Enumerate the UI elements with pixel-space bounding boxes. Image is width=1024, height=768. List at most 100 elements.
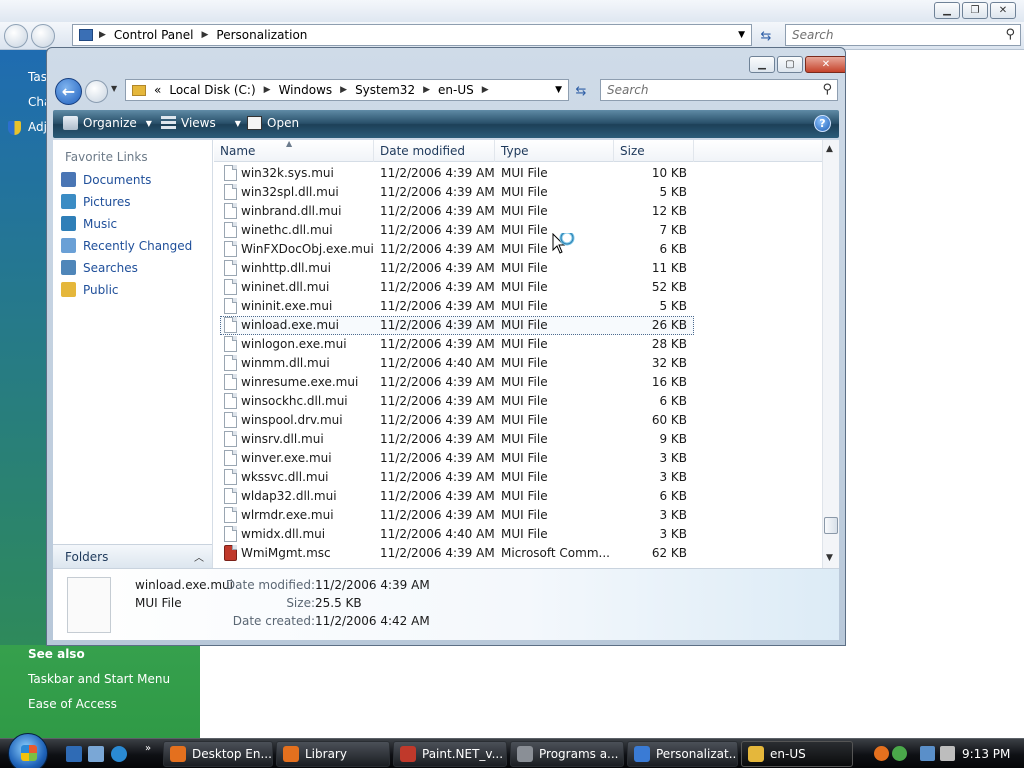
- control-panel-icon: [79, 29, 93, 41]
- folders-toggle[interactable]: Folders ︿: [53, 544, 212, 568]
- taskbar-button[interactable]: en-US: [741, 741, 853, 767]
- start-button[interactable]: [8, 733, 48, 768]
- taskbar-button[interactable]: Library: [276, 741, 390, 767]
- explorer-search-input[interactable]: Search ⚲: [600, 79, 838, 101]
- file-row[interactable]: winsockhc.dll.mui 11/2/2006 4:39 AM MUI Fi…: [214, 392, 822, 411]
- show-desktop-icon[interactable]: [66, 746, 82, 762]
- favorite-link-searches[interactable]: Searches: [61, 260, 138, 275]
- clock[interactable]: 9:13 PM: [962, 747, 1010, 761]
- file-name: wininit.exe.mui: [241, 299, 333, 313]
- taskbar-button[interactable]: Programs a...: [510, 741, 624, 767]
- file-row[interactable]: wkssvc.dll.mui 11/2/2006 4:39 AM MUI File 3…: [214, 468, 822, 487]
- file-row[interactable]: winspool.drv.mui 11/2/2006 4:39 AM MUI Fil…: [214, 411, 822, 430]
- column-header-name[interactable]: Name ▲: [214, 140, 374, 162]
- file-row[interactable]: win32k.sys.mui 11/2/2006 4:39 AM MUI File 1…: [214, 164, 822, 183]
- file-row[interactable]: winlogon.exe.mui 11/2/2006 4:39 AM MUI Fil…: [214, 335, 822, 354]
- favorite-link-music[interactable]: Music: [61, 216, 117, 231]
- forward-button[interactable]: [85, 80, 108, 103]
- file-row[interactable]: WinFXDocObj.exe.mui 11/2/2006 4:39 AM MUI …: [214, 240, 822, 259]
- file-size: 16 KB: [651, 375, 687, 389]
- close-button[interactable]: ✕: [805, 56, 845, 73]
- back-button[interactable]: [4, 24, 28, 48]
- internet-explorer-icon[interactable]: [111, 746, 127, 762]
- minimize-button[interactable]: ▁: [934, 2, 960, 19]
- search-icon[interactable]: ⚲: [822, 82, 832, 97]
- breadcrumb-control-panel[interactable]: Control Panel: [114, 28, 194, 42]
- file-row[interactable]: winbrand.dll.mui 11/2/2006 4:39 AM MUI Fil…: [214, 202, 822, 221]
- restore-button[interactable]: ❐: [962, 2, 988, 19]
- file-row[interactable]: winload.exe.mui 11/2/2006 4:39 AM MUI File…: [214, 316, 822, 335]
- file-type: MUI File: [501, 299, 548, 313]
- refresh-icon[interactable]: ⇆: [756, 25, 776, 47]
- help-icon[interactable]: ?: [814, 115, 831, 132]
- scroll-up-icon[interactable]: ▲: [826, 144, 833, 154]
- maximize-button[interactable]: ▢: [777, 56, 803, 73]
- quick-launch-overflow-icon[interactable]: »: [145, 743, 151, 754]
- file-row[interactable]: wldap32.dll.mui 11/2/2006 4:39 AM MUI File…: [214, 487, 822, 506]
- close-button[interactable]: ✕: [990, 2, 1016, 19]
- scrollbar-thumb[interactable]: [824, 517, 838, 534]
- back-button[interactable]: ←: [55, 78, 82, 105]
- column-header-date-modified[interactable]: Date modified: [374, 140, 495, 162]
- vertical-scrollbar[interactable]: ▲ ▼: [822, 140, 839, 568]
- scroll-down-icon[interactable]: ▼: [826, 553, 833, 563]
- address-dropdown-icon[interactable]: ▼: [555, 85, 562, 95]
- refresh-icon[interactable]: ⇆: [571, 80, 591, 102]
- breadcrumb-system32[interactable]: System32: [355, 83, 415, 97]
- minimize-button[interactable]: ▁: [749, 56, 775, 73]
- breadcrumb-separator-icon[interactable]: ▶: [482, 85, 489, 95]
- favorite-link-pictures[interactable]: Pictures: [61, 194, 131, 209]
- column-header-type[interactable]: Type: [495, 140, 614, 162]
- task-link-partial[interactable]: Tas: [28, 70, 47, 84]
- file-row[interactable]: winsrv.dll.mui 11/2/2006 4:39 AM MUI File 9…: [214, 430, 822, 449]
- file-row[interactable]: win32spl.dll.mui 11/2/2006 4:39 AM MUI Fil…: [214, 183, 822, 202]
- details-size: 25.5 KB: [315, 596, 362, 610]
- search-icon[interactable]: ⚲: [1005, 27, 1015, 42]
- file-row[interactable]: wmidx.dll.mui 11/2/2006 4:40 AM MUI File 3 …: [214, 525, 822, 544]
- file-row[interactable]: winhttp.dll.mui 11/2/2006 4:39 AM MUI File…: [214, 259, 822, 278]
- update-tray-icon[interactable]: [892, 746, 907, 761]
- views-button[interactable]: Views ▼: [161, 116, 241, 130]
- taskbar-button[interactable]: Desktop En...: [163, 741, 273, 767]
- column-header-size[interactable]: Size: [614, 140, 694, 162]
- switch-windows-icon[interactable]: [88, 746, 104, 762]
- taskbar-button[interactable]: Personalizat...: [627, 741, 738, 767]
- file-row[interactable]: winresume.exe.mui 11/2/2006 4:39 AM MUI Fi…: [214, 373, 822, 392]
- explorer-titlebar[interactable]: ▁ ▢ ✕: [47, 48, 845, 76]
- breadcrumb-separator-icon[interactable]: ▶: [264, 85, 271, 95]
- breadcrumb-separator-icon[interactable]: ▶: [340, 85, 347, 95]
- favorite-link-documents[interactable]: Documents: [61, 172, 151, 187]
- breadcrumb-overflow[interactable]: «: [154, 83, 161, 97]
- file-row[interactable]: wininet.dll.mui 11/2/2006 4:39 AM MUI File…: [214, 278, 822, 297]
- file-row[interactable]: WmiMgmt.msc 11/2/2006 4:39 AM Microsoft Co…: [214, 544, 822, 563]
- views-label: Views: [181, 116, 216, 130]
- file-type: MUI File: [501, 185, 548, 199]
- favorite-link-public[interactable]: Public: [61, 282, 119, 297]
- file-row[interactable]: winver.exe.mui 11/2/2006 4:39 AM MUI File 3…: [214, 449, 822, 468]
- breadcrumb-en-us[interactable]: en-US: [438, 83, 474, 97]
- firefox-tray-icon[interactable]: [874, 746, 889, 761]
- network-icon[interactable]: [920, 746, 935, 761]
- file-row[interactable]: winmm.dll.mui 11/2/2006 4:40 AM MUI File 32…: [214, 354, 822, 373]
- favorite-link-recently-changed[interactable]: Recently Changed: [61, 238, 192, 253]
- file-row[interactable]: wlrmdr.exe.mui 11/2/2006 4:39 AM MUI File 3…: [214, 506, 822, 525]
- taskbar-start-menu-link[interactable]: Taskbar and Start Menu: [28, 672, 170, 686]
- volume-muted-icon[interactable]: [940, 746, 955, 761]
- breadcrumb-separator-icon[interactable]: ▶: [423, 85, 430, 95]
- address-dropdown-icon[interactable]: ▼: [738, 30, 745, 40]
- task-link-partial[interactable]: Adj: [28, 120, 47, 134]
- file-row[interactable]: winethc.dll.mui 11/2/2006 4:39 AM MUI File…: [214, 221, 822, 240]
- ease-of-access-link[interactable]: Ease of Access: [28, 697, 117, 711]
- forward-button[interactable]: [31, 24, 55, 48]
- breadcrumb-local-disk[interactable]: Local Disk (C:): [169, 83, 255, 97]
- control-panel-search-input[interactable]: Search ⚲: [785, 24, 1021, 46]
- breadcrumb-personalization[interactable]: Personalization: [216, 28, 307, 42]
- taskbar-button[interactable]: Paint.NET_v...: [393, 741, 507, 767]
- explorer-address-box[interactable]: « Local Disk (C:) ▶ Windows ▶ System32 ▶…: [125, 79, 569, 101]
- breadcrumb-windows[interactable]: Windows: [279, 83, 333, 97]
- organize-button[interactable]: Organize ▼: [63, 116, 152, 130]
- recent-pages-dropdown-icon[interactable]: ▼: [111, 84, 117, 93]
- open-button[interactable]: Open: [247, 116, 299, 130]
- control-panel-address-box[interactable]: ▶ Control Panel ▶ Personalization ▼: [72, 24, 752, 46]
- file-row[interactable]: wininit.exe.mui 11/2/2006 4:39 AM MUI File…: [214, 297, 822, 316]
